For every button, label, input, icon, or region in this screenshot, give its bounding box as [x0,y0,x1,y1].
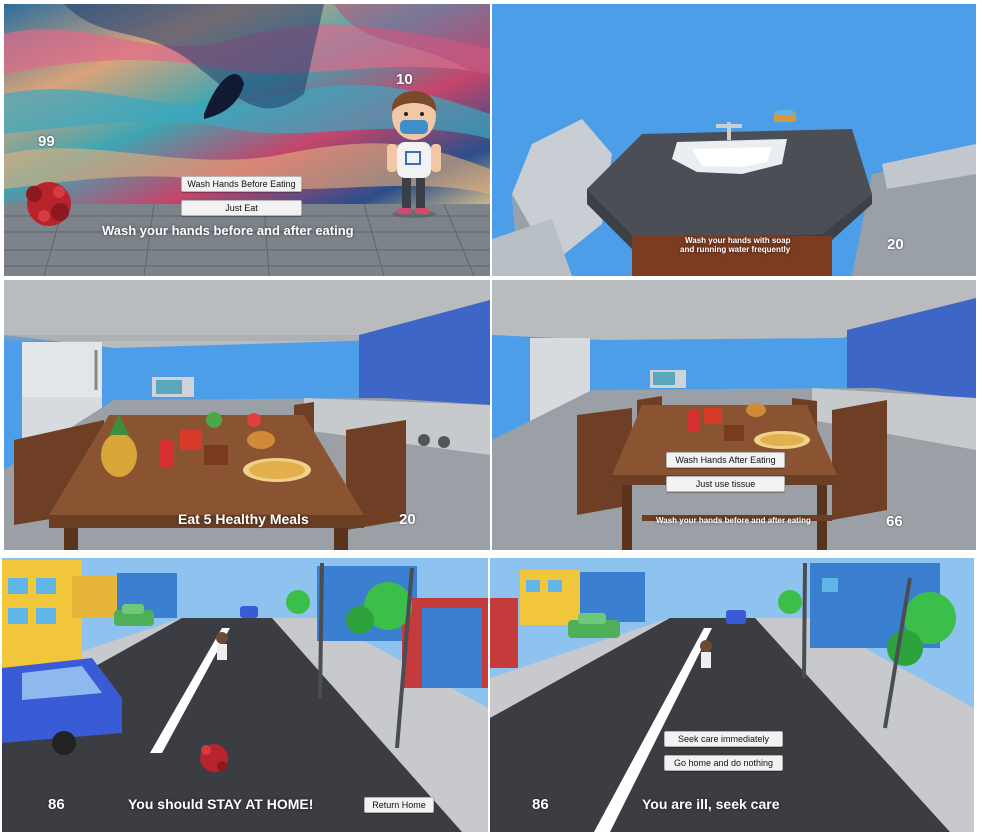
score: 66 [886,513,903,530]
score: 86 [48,796,65,813]
street-scene [2,558,488,832]
panel-after-eating-choice: Wash Hands After Eating Just use tissue … [492,280,976,550]
street-scene-2 [490,558,974,832]
panel-healthy-meals: Eat 5 Healthy Meals 20 [4,280,490,550]
go-home-do-nothing-button[interactable]: Go home and do nothing [664,755,783,771]
seek-care-immediately-button[interactable]: Seek care immediately [664,731,783,747]
virus-icon [200,744,228,772]
kitchen-table-scene [4,280,490,550]
score-left: 99 [38,133,55,150]
wash-hands-after-eating-button[interactable]: Wash Hands After Eating [666,452,785,468]
score: 86 [532,796,549,813]
meal-caption: Eat 5 Healthy Meals [178,511,309,527]
cake-icon [204,445,228,465]
panel-stay-home: 86 You should STAY AT HOME! Return Home [2,558,488,832]
fries-icon [180,430,202,450]
chips-bag-icon [160,440,174,468]
kitchen-table-scene-2 [492,280,976,550]
score: 20 [887,236,904,253]
sink-instruction-line1: Wash your hands with soap [685,236,791,245]
just-use-tissue-button[interactable]: Just use tissue [666,476,785,492]
burger-icon [247,431,275,449]
wash-hands-before-eating-button[interactable]: Wash Hands Before Eating [181,176,302,192]
stay-home-caption: You should STAY AT HOME! [128,796,314,812]
return-home-button[interactable]: Return Home [364,797,434,813]
panel-seek-care: Seek care immediately Go home and do not… [490,558,974,832]
panel-hand-wash-choice: 99 10 Wash Hands Before Eating Just Eat … [4,4,490,276]
seek-care-caption: You are ill, seek care [642,796,780,812]
sink-instruction-line2: and running water frequently [680,245,791,254]
panel-sink: Wash your hands with soap and running wa… [492,4,976,276]
instruction-caption: Wash your hands before and after eating [102,223,354,238]
score: 20 [399,511,416,528]
score-right: 10 [396,71,413,88]
just-eat-button[interactable]: Just Eat [181,200,302,216]
instruction-caption: Wash your hands before and after eating [656,516,811,525]
